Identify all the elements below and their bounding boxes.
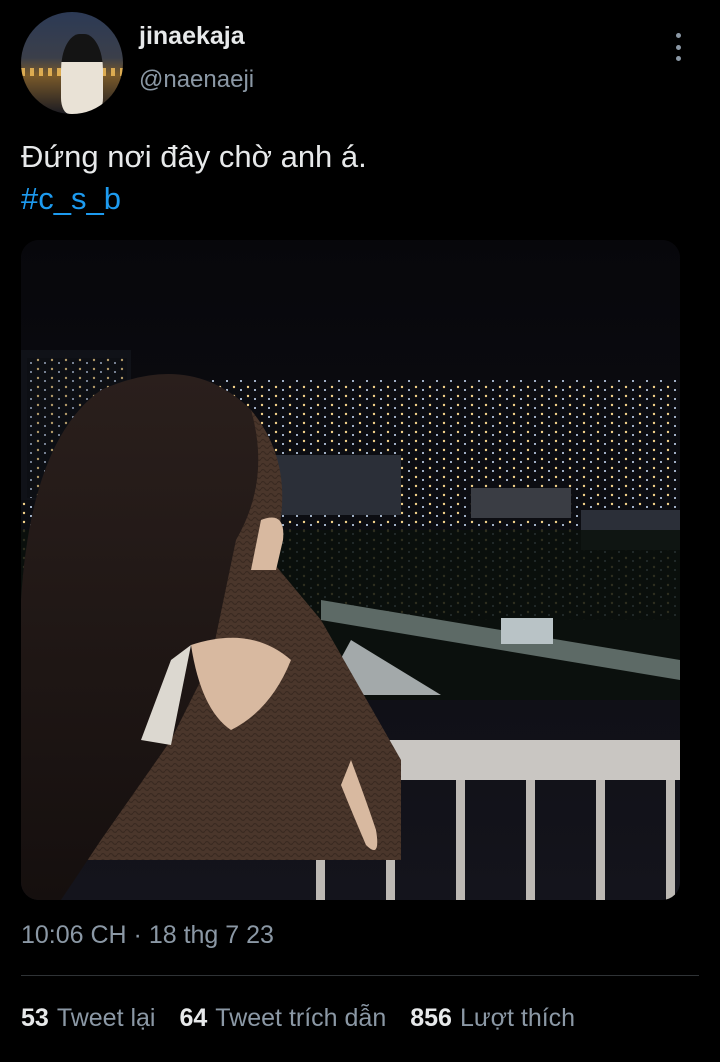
photo-night-city: [21, 240, 680, 900]
retweets-label: Tweet lại: [56, 1004, 156, 1032]
tweet-stats: 53 Tweet lại 64 Tweet trích dẫn 856 Lượt th…: [21, 1004, 575, 1033]
likes-count: 856: [410, 1004, 452, 1032]
retweets-count: 53: [21, 1004, 49, 1032]
more-vertical-icon[interactable]: [664, 30, 692, 64]
tweet-timestamp[interactable]: 10:06 CH · 18 thg 7 23: [21, 921, 274, 950]
divider: [21, 975, 699, 976]
quotes-label: Tweet trích dẫn: [215, 1004, 387, 1032]
tweet-text: Đứng nơi đây chờ anh á. #c_s_b: [21, 136, 367, 220]
user-handle[interactable]: @naenaeji: [139, 66, 254, 94]
likes-label: Lượt thích: [459, 1004, 576, 1032]
likes-stat[interactable]: 856 Lượt thích: [410, 1004, 575, 1033]
hashtag-link[interactable]: #c_s_b: [21, 178, 367, 220]
quotes-count: 64: [179, 1004, 208, 1032]
quotes-stat[interactable]: 64 Tweet trích dẫn: [179, 1004, 386, 1033]
retweets-stat[interactable]: 53 Tweet lại: [21, 1004, 155, 1033]
tweet-photo[interactable]: [21, 240, 680, 900]
display-name[interactable]: jinaekaja: [139, 22, 245, 51]
avatar[interactable]: [21, 12, 123, 114]
avatar-figure: [61, 34, 103, 114]
tweet-body: Đứng nơi đây chờ anh á.: [21, 139, 367, 174]
